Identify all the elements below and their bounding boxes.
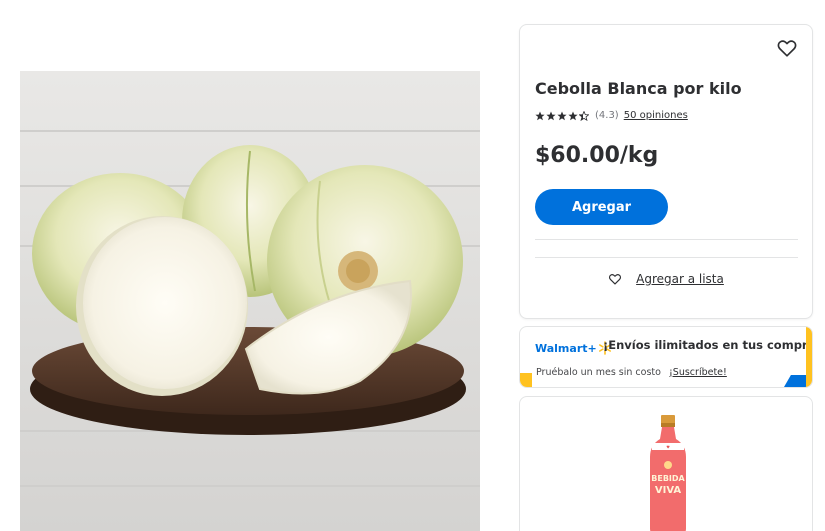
rating-value: (4.3) [595, 110, 619, 121]
bottle-image: ♥ BEBIDA VIVA [650, 415, 686, 531]
add-to-list-button[interactable]: Agregar a lista [520, 272, 812, 286]
walmart-plus-banner[interactable]: Walmart+ ¡Envíos ilimitados en tus compr… [519, 326, 813, 388]
divider [535, 239, 798, 240]
decorative-stripe [806, 327, 812, 387]
star-rating [535, 110, 590, 121]
star-full-icon [568, 111, 578, 120]
decorative-stripe [520, 373, 532, 387]
product-image[interactable] [20, 71, 480, 531]
heart-icon [777, 40, 797, 57]
star-full-icon [557, 111, 567, 120]
bottle-label-line1: BEBIDA [651, 474, 685, 483]
heart-icon [609, 274, 622, 285]
bottle-brand-mark: ♥ [666, 445, 670, 450]
walmart-plus-logo-text: Walmart+ [535, 341, 597, 355]
add-to-cart-button[interactable]: Agregar [535, 189, 668, 225]
rating-row[interactable]: (4.3) 50 opiniones [535, 110, 688, 121]
banner-headline: ¡Envíos ilimitados en tus compras! [603, 338, 813, 352]
star-partial-icon [579, 110, 589, 121]
product-title: Cebolla Blanca por kilo [535, 79, 742, 98]
walmart-plus-logo: Walmart+ [535, 341, 612, 355]
star-full-icon [535, 111, 545, 120]
add-to-list-label: Agregar a lista [636, 272, 724, 286]
star-full-icon [546, 111, 556, 120]
favorite-button[interactable] [776, 37, 798, 59]
product-price: $60.00/kg [535, 143, 659, 168]
onion-photo [20, 71, 480, 531]
divider [535, 257, 798, 258]
reviews-link[interactable]: 50 opiniones [624, 110, 688, 121]
subscribe-link[interactable]: ¡Suscríbete! [669, 367, 727, 378]
bottle-label-line2: VIVA [655, 485, 682, 496]
banner-subtext: Pruébalo un mes sin costo [536, 367, 661, 378]
product-info-card: Cebolla Blanca por kilo (4.3) 50 opinion… [519, 24, 813, 319]
sponsored-product-card[interactable]: ♥ BEBIDA VIVA [519, 396, 813, 531]
